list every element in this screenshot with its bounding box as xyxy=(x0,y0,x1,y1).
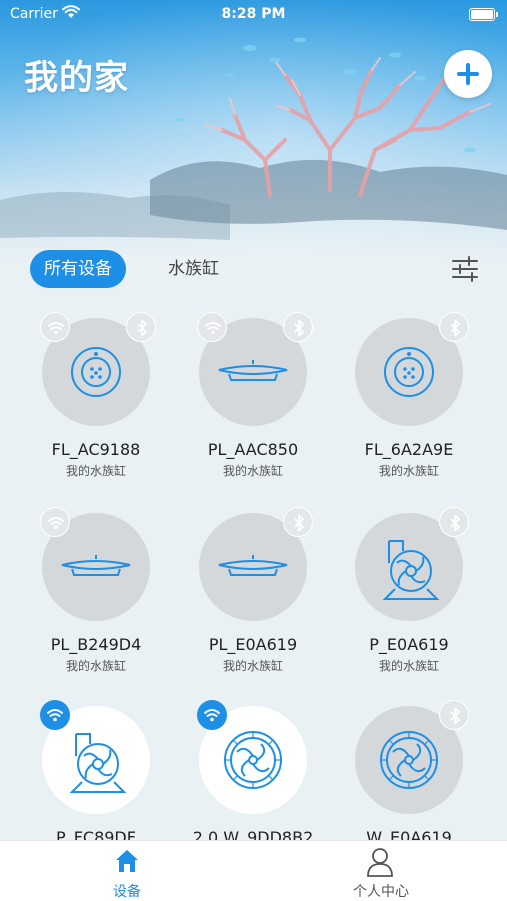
bluetooth-status-icon xyxy=(439,507,469,537)
device-name: PL_B249D4 xyxy=(50,635,142,654)
nav-profile-label: 个人中心 xyxy=(353,884,409,900)
wifi-status-icon xyxy=(40,700,70,730)
device-location: 我的水族缸 xyxy=(65,464,126,478)
device-name: PL_E0A619 xyxy=(208,635,298,654)
device-grid: FL_AC9188 我的水族缸 PL_AAC850 我的水族缸 FL_6A2A9… xyxy=(0,300,507,840)
nav-profile[interactable]: 个人中心 xyxy=(254,841,507,901)
status-bar: Carrier 8:28 PM xyxy=(0,0,507,30)
tab-aquarium[interactable]: 水族缸 xyxy=(168,250,219,288)
device-name: P_FC89DF xyxy=(56,828,136,840)
add-device-button[interactable] xyxy=(444,50,492,98)
bluetooth-status-icon xyxy=(439,700,469,730)
device-card[interactable]: P_E0A619 我的水族缸 xyxy=(331,495,487,685)
tab-all-devices[interactable]: 所有设备 xyxy=(30,250,126,288)
device-location: 我的水族缸 xyxy=(222,659,283,673)
coral-background-image xyxy=(0,0,507,260)
device-card[interactable]: PL_B249D4 我的水族缸 xyxy=(18,495,174,685)
device-card[interactable]: PL_AAC850 我的水族缸 xyxy=(175,300,331,490)
device-card[interactable]: FL_AC9188 我的水族缸 xyxy=(18,300,174,490)
wifi-status-icon xyxy=(40,312,70,342)
device-name: 2.0 W_9DD8B2 xyxy=(192,828,314,840)
device-location: 我的水族缸 xyxy=(378,659,439,673)
device-name: FL_6A2A9E xyxy=(364,440,454,459)
bluetooth-status-icon xyxy=(283,312,313,342)
nav-devices-label: 设备 xyxy=(113,884,141,900)
device-card[interactable]: W_E0A619 xyxy=(331,688,487,840)
device-card[interactable]: FL_6A2A9E 我的水族缸 xyxy=(331,300,487,490)
device-name: W_E0A619 xyxy=(366,828,452,840)
bluetooth-status-icon xyxy=(126,312,156,342)
user-icon xyxy=(367,848,393,877)
bluetooth-status-icon xyxy=(439,312,469,342)
page-title: 我的家 xyxy=(24,58,129,98)
device-location: 我的水族缸 xyxy=(222,464,283,478)
device-card[interactable]: 2.0 W_9DD8B2 xyxy=(175,688,331,840)
device-location: 我的水族缸 xyxy=(378,464,439,478)
header-banner xyxy=(0,0,507,260)
wifi-status-icon xyxy=(40,507,70,537)
wifi-status-icon xyxy=(197,700,227,730)
device-card[interactable]: P_FC89DF xyxy=(18,688,174,840)
bluetooth-status-icon xyxy=(283,507,313,537)
wifi-status-icon xyxy=(197,312,227,342)
device-name: PL_AAC850 xyxy=(207,440,299,459)
home-icon xyxy=(116,850,138,872)
device-location: 我的水族缸 xyxy=(65,659,126,673)
nav-devices[interactable]: 设备 xyxy=(0,841,254,901)
filter-settings-icon[interactable] xyxy=(450,254,480,284)
device-card[interactable]: PL_E0A619 我的水族缸 xyxy=(175,495,331,685)
clock-time: 8:28 PM xyxy=(221,6,286,22)
battery-icon xyxy=(469,8,498,21)
filter-tabs: 所有设备 水族缸 xyxy=(0,248,507,292)
device-name: P_E0A619 xyxy=(369,635,449,654)
bottom-tab-bar: 设备 个人中心 xyxy=(0,840,507,901)
device-name: FL_AC9188 xyxy=(51,440,141,459)
